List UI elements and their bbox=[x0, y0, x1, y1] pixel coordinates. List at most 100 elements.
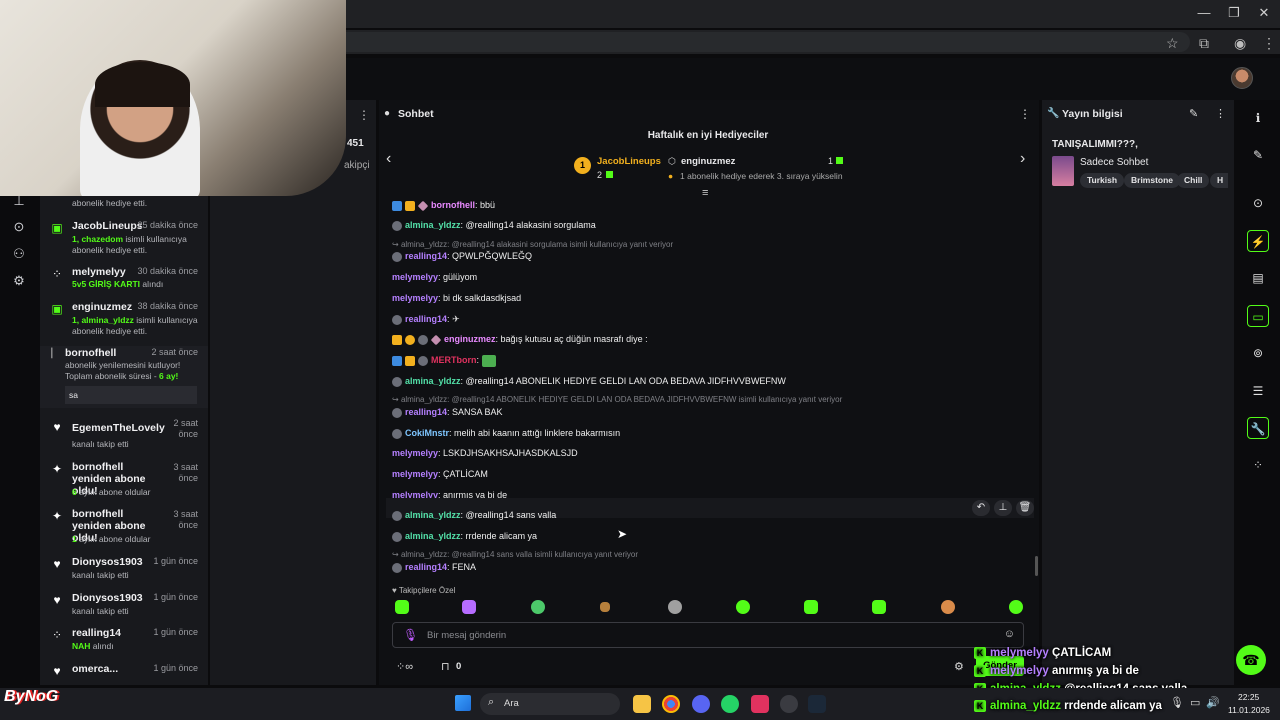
activity-name[interactable]: JacobLineups bbox=[72, 220, 143, 232]
activity-name[interactable]: bornofhell bbox=[65, 347, 116, 359]
whatsapp-icon[interactable] bbox=[721, 695, 739, 713]
tag[interactable]: H bbox=[1210, 173, 1229, 188]
activity-desc: 1 aylık abone oldular bbox=[72, 534, 151, 544]
activity-name[interactable]: Dionysos1903 bbox=[72, 592, 143, 604]
layout-icon[interactable]: ☰ bbox=[1247, 380, 1269, 402]
tag[interactable]: Chill bbox=[1177, 173, 1210, 188]
category-thumbnail[interactable] bbox=[1052, 156, 1074, 186]
chat-message: realling14: ✈ bbox=[392, 312, 460, 326]
volume-icon[interactable]: 🔊 bbox=[1206, 696, 1220, 709]
leaderboard-prev-icon[interactable]: ‹ bbox=[386, 150, 391, 168]
address-bar[interactable] bbox=[330, 32, 1190, 52]
wrench-icon[interactable]: 🔧 bbox=[1247, 417, 1269, 439]
heart-icon: ♥ bbox=[53, 664, 61, 678]
broadcast-icon[interactable]: ⊚ bbox=[1247, 342, 1269, 364]
activity-desc: 5v5 GİRİŞ KARTI alındı bbox=[72, 279, 164, 289]
chat-input[interactable]: 🎙 Bir mesaj gönderin ☺ bbox=[392, 622, 1024, 648]
camera-icon[interactable]: ⊙ bbox=[11, 219, 27, 235]
emote[interactable] bbox=[872, 600, 886, 614]
search-icon: ⌕ bbox=[488, 696, 495, 708]
browser-menu-icon[interactable]: ⋮ bbox=[1262, 35, 1276, 52]
category-name[interactable]: Sadece Sohbet bbox=[1080, 157, 1148, 168]
activity-name[interactable]: omerca... bbox=[72, 663, 118, 675]
collapse-icon[interactable]: ≡ bbox=[702, 187, 708, 199]
reply-icon[interactable]: ↶ bbox=[972, 500, 990, 516]
close-button[interactable]: ✕ bbox=[1254, 5, 1274, 21]
streamer-hair bbox=[95, 62, 190, 107]
file-explorer-icon[interactable] bbox=[633, 695, 651, 713]
taskbar-search[interactable]: ⌕ Ara bbox=[480, 693, 620, 715]
pin-icon[interactable]: ⊥ bbox=[994, 500, 1012, 516]
user-avatar[interactable] bbox=[1231, 67, 1253, 89]
activity-time: 1 gün önce bbox=[153, 556, 198, 566]
leaderboard-next-icon[interactable]: › bbox=[1020, 150, 1025, 168]
lightning-icon[interactable]: ⚡ bbox=[1247, 230, 1269, 252]
bookmark-star-icon[interactable]: ☆ bbox=[1166, 35, 1179, 52]
emote[interactable] bbox=[1009, 600, 1023, 614]
pencil-icon[interactable]: ✎ bbox=[1247, 144, 1269, 166]
document-icon[interactable]: ▤ bbox=[1247, 267, 1269, 289]
tag[interactable]: Brimstone bbox=[1124, 173, 1181, 188]
settings-icon[interactable]: ⚙ bbox=[11, 273, 27, 289]
users-icon[interactable]: ⚇ bbox=[11, 246, 27, 262]
delete-icon[interactable]: 🗑 bbox=[1016, 500, 1034, 516]
activity-name[interactable]: EgemenTheLovely bbox=[72, 422, 165, 434]
emote[interactable] bbox=[668, 600, 682, 614]
info-icon[interactable]: ℹ bbox=[1247, 107, 1269, 129]
overlay-chat-line: Kalmina_yldzz rrdende alicam ya bbox=[974, 700, 1162, 712]
chat-message: melymelyy: bi dk salkdasdkjsad bbox=[392, 293, 522, 303]
heart-icon: ♥ bbox=[53, 593, 61, 607]
network-icon[interactable]: ▭ bbox=[1190, 696, 1200, 709]
edit-icon[interactable]: ✎ bbox=[1189, 107, 1198, 120]
kick-points-icon[interactable]: ⁘ bbox=[1247, 454, 1269, 476]
windows-start-icon[interactable] bbox=[455, 695, 471, 711]
reply-context: ↪ almina_yldzz: @realling14 ABONELIK HED… bbox=[392, 395, 843, 404]
leader-1-name[interactable]: JacobLineups bbox=[597, 156, 661, 167]
microphone-icon[interactable]: 🎙 bbox=[1170, 696, 1184, 709]
emote[interactable] bbox=[736, 600, 750, 614]
tag[interactable]: Turkish bbox=[1080, 173, 1125, 188]
emote[interactable] bbox=[531, 600, 545, 614]
chat-menu-icon[interactable]: ⋮ bbox=[1019, 107, 1031, 121]
microphone-icon[interactable]: 🎙 bbox=[403, 628, 418, 642]
chat-settings-icon[interactable]: ⚙ bbox=[954, 660, 964, 673]
stream-info-menu-icon[interactable]: ⋮ bbox=[1215, 107, 1226, 120]
leader-2-name[interactable]: enginuzmez bbox=[681, 156, 735, 167]
activity-desc: NAH alındı bbox=[72, 641, 114, 651]
panel-menu-icon[interactable]: ⋮ bbox=[358, 108, 370, 122]
steam-icon[interactable] bbox=[808, 695, 826, 713]
camera-icon[interactable]: ⊙ bbox=[1247, 192, 1269, 214]
profile-icon[interactable]: ◉ bbox=[1234, 35, 1246, 52]
activity-item-highlighted: ▏ bornofhell 2 saat önce abonelik yenile… bbox=[40, 346, 208, 408]
activity-time: 1 gün önce bbox=[153, 627, 198, 637]
extensions-icon[interactable]: ⧉ bbox=[1199, 35, 1209, 52]
activity-time: 30 dakika önce bbox=[137, 266, 198, 276]
emote[interactable] bbox=[804, 600, 818, 614]
gift-box-icon[interactable]: ⊓ bbox=[441, 660, 450, 673]
emote[interactable] bbox=[941, 600, 955, 614]
activity-name[interactable]: melymelyy bbox=[72, 266, 126, 278]
emote[interactable] bbox=[395, 600, 409, 614]
star-icon: ✦ bbox=[51, 509, 63, 523]
activity-name[interactable]: Dionysos1903 bbox=[72, 556, 143, 568]
emoji-icon[interactable]: ☺ bbox=[1004, 628, 1015, 640]
emote[interactable] bbox=[600, 602, 610, 612]
activity-time: 1 gün önce bbox=[153, 592, 198, 602]
points-count: 0 bbox=[456, 661, 462, 672]
obs-icon[interactable] bbox=[780, 695, 798, 713]
activity-name[interactable]: enginuzmez bbox=[72, 301, 132, 313]
minimize-button[interactable]: — bbox=[1194, 5, 1214, 20]
app-icon[interactable] bbox=[751, 695, 769, 713]
discord-icon[interactable] bbox=[692, 695, 710, 713]
kick-points-icon[interactable]: ⁘∞ bbox=[396, 660, 413, 673]
chat-bubble-icon: ● bbox=[384, 108, 391, 119]
chat-scrollbar[interactable] bbox=[1035, 556, 1038, 576]
maximize-button[interactable]: ❐ bbox=[1224, 5, 1244, 21]
chat-icon[interactable]: ▭ bbox=[1247, 305, 1269, 327]
activity-name[interactable]: realling14 bbox=[72, 627, 121, 639]
emote[interactable] bbox=[462, 600, 476, 614]
chat-message: MERTborn: bbox=[392, 353, 499, 367]
chrome-icon[interactable] bbox=[662, 695, 680, 713]
support-icon[interactable]: ☎ bbox=[1236, 645, 1266, 675]
chat-message[interactable]: almina_yldzz: @realling14 sans valla bbox=[392, 508, 556, 522]
